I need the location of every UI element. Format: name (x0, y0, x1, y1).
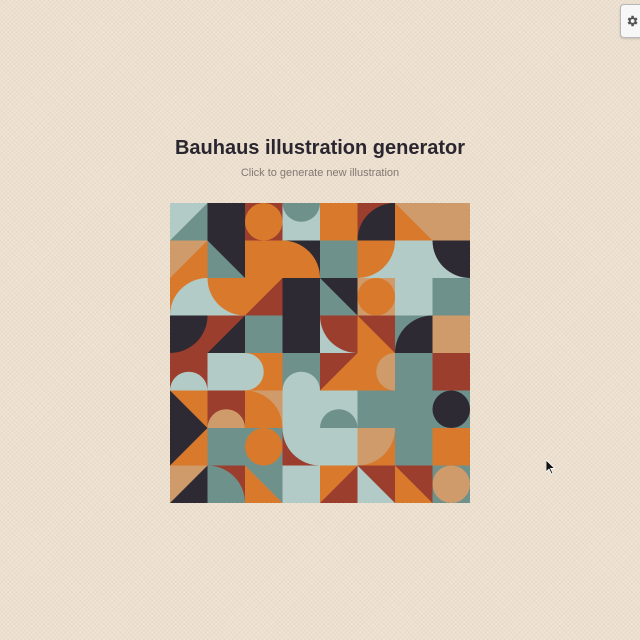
art-shape (282, 465, 320, 503)
art-shape (357, 390, 395, 428)
bauhaus-illustration[interactable] (170, 203, 470, 503)
art-shape (282, 315, 321, 354)
page-subtitle: Click to generate new illustration (240, 167, 400, 179)
art-shape (245, 428, 283, 466)
art-shape (320, 428, 358, 466)
art-shape (320, 240, 358, 278)
art-shape (432, 428, 470, 466)
art-shape (395, 390, 433, 428)
settings-button[interactable] (620, 4, 640, 38)
art-shape (432, 465, 470, 503)
art-shape (207, 353, 246, 391)
art-shape (207, 428, 245, 466)
mouse-pointer-icon (545, 459, 556, 475)
art-shape (432, 278, 470, 316)
art-shape (245, 203, 283, 241)
art-shape (395, 240, 433, 279)
art-shape (432, 203, 470, 241)
art-shape (395, 278, 433, 316)
art-shape (432, 390, 470, 428)
art-shape (357, 278, 395, 316)
page-title: Bauhaus illustration generator (174, 137, 466, 159)
gear-icon (625, 14, 639, 28)
art-shape (245, 240, 283, 278)
art-shape (432, 353, 470, 391)
art-shape (432, 315, 470, 354)
illustration-canvas[interactable] (170, 203, 470, 503)
art-shape (282, 390, 321, 429)
art-shape (320, 203, 358, 241)
art-shape (395, 353, 433, 391)
art-shape (395, 428, 433, 466)
art-shape (282, 278, 321, 316)
